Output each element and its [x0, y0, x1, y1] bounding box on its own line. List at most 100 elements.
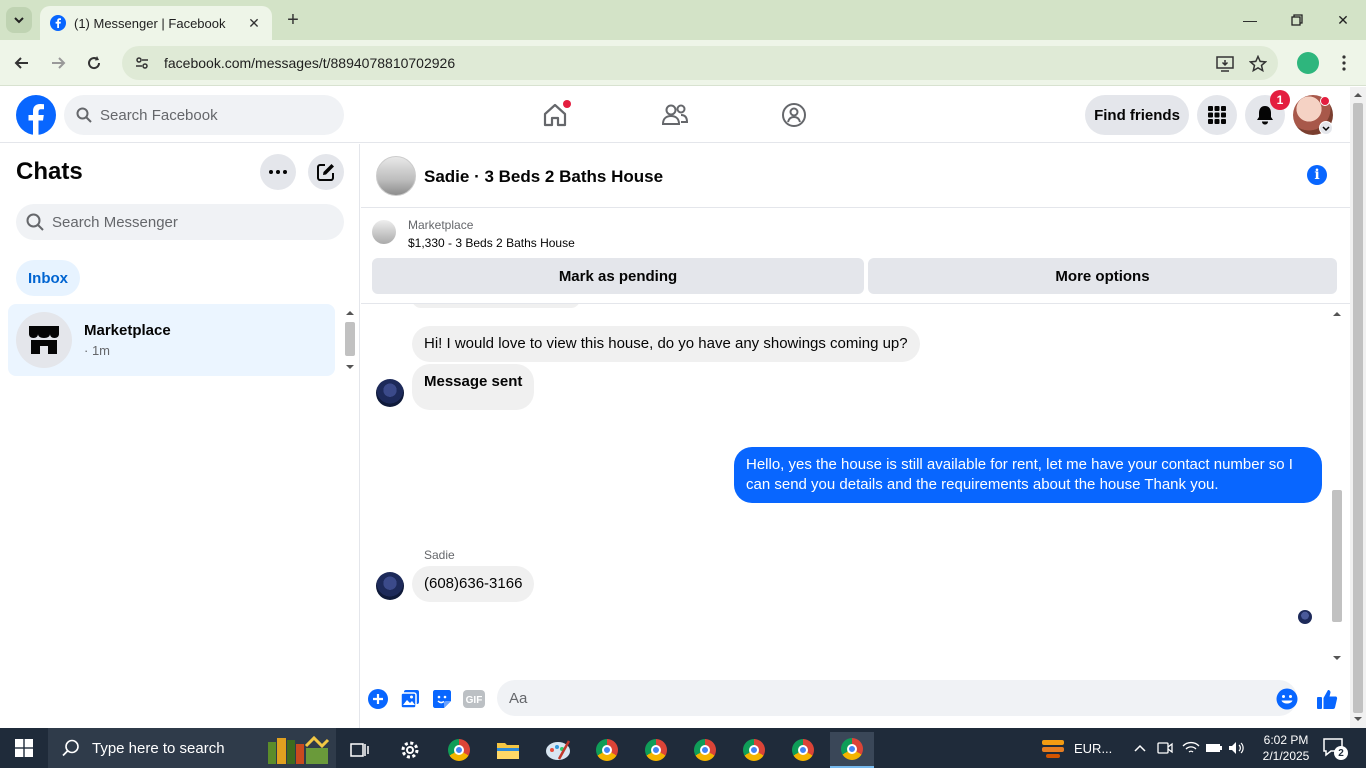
minimize-icon[interactable]: — [1238, 8, 1262, 32]
clock-date: 2/1/2025 [1262, 749, 1310, 763]
groups-icon[interactable] [778, 99, 810, 131]
thumbs-up-icon[interactable] [1316, 688, 1338, 710]
chats-title: Chats [16, 158, 83, 185]
show-hidden-icons-chevron-icon[interactable] [1133, 728, 1147, 768]
find-friends-button[interactable]: Find friends [1085, 95, 1189, 135]
chrome-profile-icon[interactable] [585, 732, 629, 768]
chat-list-item[interactable]: Marketplace · 1m [8, 304, 335, 376]
message-input[interactable] [509, 689, 1249, 707]
svg-text:GIF: GIF [466, 695, 483, 706]
sticker-icon[interactable] [431, 688, 453, 710]
tab-title: (1) Messenger | Facebook [74, 15, 226, 31]
new-tab-button[interactable]: + [282, 9, 304, 31]
settings-gear-icon[interactable] [388, 732, 432, 768]
tab-search-button[interactable] [6, 7, 32, 33]
bookmark-star-icon[interactable] [1248, 54, 1268, 74]
more-dots-icon [269, 170, 287, 174]
network-wifi-icon[interactable] [1182, 728, 1200, 768]
notification-count-badge: 1 [1270, 90, 1290, 110]
conversation-title[interactable]: Sadie · 3 Beds 2 Baths House [424, 167, 663, 187]
url-text: facebook.com/messages/t/8894078810702926 [164, 55, 456, 71]
compose-icon [317, 164, 334, 181]
attach-photo-icon[interactable] [399, 688, 421, 710]
avatar-notification-dot [1320, 96, 1330, 106]
menu-grid-icon[interactable] [1197, 95, 1237, 135]
messenger-search-placeholder: Search Messenger [52, 213, 178, 231]
task-view-icon[interactable] [338, 732, 382, 768]
sender-avatar[interactable] [376, 379, 404, 407]
clock-time: 6:02 PM [1263, 733, 1309, 747]
conversation-pane: Sadie · 3 Beds 2 Baths House i Marketpla… [361, 144, 1350, 728]
restore-icon[interactable] [1285, 8, 1309, 32]
messenger-search-input[interactable]: Search Messenger [16, 204, 344, 240]
close-window-icon[interactable]: ✕ [1331, 8, 1355, 32]
page-scrollbar[interactable] [1350, 87, 1366, 728]
sender-avatar[interactable] [376, 572, 404, 600]
facebook-favicon-icon [50, 15, 66, 31]
chrome-profile-icon[interactable] [683, 732, 727, 768]
search-icon [62, 739, 79, 757]
account-chevron-icon[interactable] [1319, 121, 1333, 135]
mark-as-pending-button[interactable]: Mark as pending [372, 258, 864, 294]
weather-widget[interactable]: EUR... [1040, 728, 1112, 768]
browser-menu-icon[interactable] [1331, 50, 1357, 76]
listing-thumbnail[interactable] [372, 220, 396, 244]
chat-options-button[interactable] [260, 154, 296, 190]
more-actions-plus-icon[interactable] [367, 688, 389, 710]
conversation-avatar[interactable] [376, 156, 416, 196]
browser-toolbar: facebook.com/messages/t/8894078810702926 [0, 40, 1366, 86]
chrome-profile-icon[interactable] [781, 732, 825, 768]
battery-icon[interactable] [1205, 728, 1223, 768]
thread-scrollbar[interactable] [1330, 308, 1344, 664]
chrome-active-window-icon[interactable] [830, 732, 874, 768]
home-icon[interactable] [539, 99, 571, 131]
gif-icon[interactable]: GIF [463, 688, 485, 710]
volume-icon[interactable] [1228, 728, 1246, 768]
listing-description[interactable]: $1,330 - 3 Beds 2 Baths House [408, 236, 575, 250]
search-highlight-books-icon[interactable] [258, 732, 336, 768]
close-tab-icon[interactable]: ✕ [246, 15, 262, 32]
facebook-search-placeholder: Search Facebook [100, 106, 218, 124]
back-icon[interactable] [9, 50, 35, 76]
conversation-info-icon[interactable]: i [1307, 165, 1327, 185]
search-icon [76, 107, 92, 123]
new-message-button[interactable] [308, 154, 344, 190]
phone-number-bubble[interactable]: (608)636-3166 [412, 566, 535, 602]
emoji-icon[interactable] [1276, 688, 1298, 710]
reload-icon[interactable] [81, 50, 107, 76]
forward-icon[interactable] [45, 50, 71, 76]
address-bar[interactable]: facebook.com/messages/t/8894078810702926 [122, 46, 1278, 80]
chats-sidebar: Chats Search Messenger Inbox Marketplace… [0, 144, 360, 728]
windows-start-icon[interactable] [0, 728, 48, 768]
facebook-search-input[interactable]: Search Facebook [64, 95, 344, 135]
chrome-app-icon[interactable] [437, 732, 481, 768]
chrome-profile-icon[interactable] [732, 732, 776, 768]
paint-app-icon[interactable] [536, 732, 580, 768]
action-center-icon[interactable]: 2 [1322, 736, 1348, 760]
facebook-header: Search Facebook Find friends 1 [0, 87, 1350, 143]
friends-icon[interactable] [659, 99, 691, 131]
message-bubble[interactable]: Hi! I would love to view this house, do … [412, 326, 920, 362]
install-app-icon[interactable] [1215, 54, 1235, 74]
message-sent-bubble[interactable]: Message sent [412, 364, 535, 410]
message-thread: Hi! I would love to view this house, do … [361, 304, 1350, 664]
taskbar-search-placeholder: Type here to search [92, 739, 225, 757]
message-composer: GIF [361, 672, 1350, 728]
inbox-filter-tab[interactable]: Inbox [16, 260, 80, 296]
extension-icon[interactable] [1297, 52, 1319, 74]
file-explorer-icon[interactable] [486, 732, 530, 768]
facebook-logo-icon[interactable] [16, 95, 56, 135]
chat-name: Marketplace [84, 322, 171, 339]
chrome-profile-icon[interactable] [634, 732, 678, 768]
chat-list-scrollbar[interactable] [343, 306, 357, 374]
my-message-bubble[interactable]: Hello, yes the house is still available … [734, 447, 1322, 503]
more-options-button[interactable]: More options [868, 258, 1337, 294]
site-settings-icon[interactable] [134, 55, 150, 71]
browser-tabstrip: (1) Messenger | Facebook ✕ + — ✕ [0, 0, 1366, 40]
message-input-wrapper[interactable] [497, 680, 1297, 716]
taskbar-clock[interactable]: 6:02 PM 2/1/2025 [1255, 732, 1317, 764]
marketplace-avatar [16, 312, 72, 368]
browser-tab[interactable]: (1) Messenger | Facebook ✕ [40, 6, 272, 40]
meet-now-icon[interactable] [1157, 728, 1173, 768]
conversation-header: Sadie · 3 Beds 2 Baths House i [361, 144, 1350, 208]
